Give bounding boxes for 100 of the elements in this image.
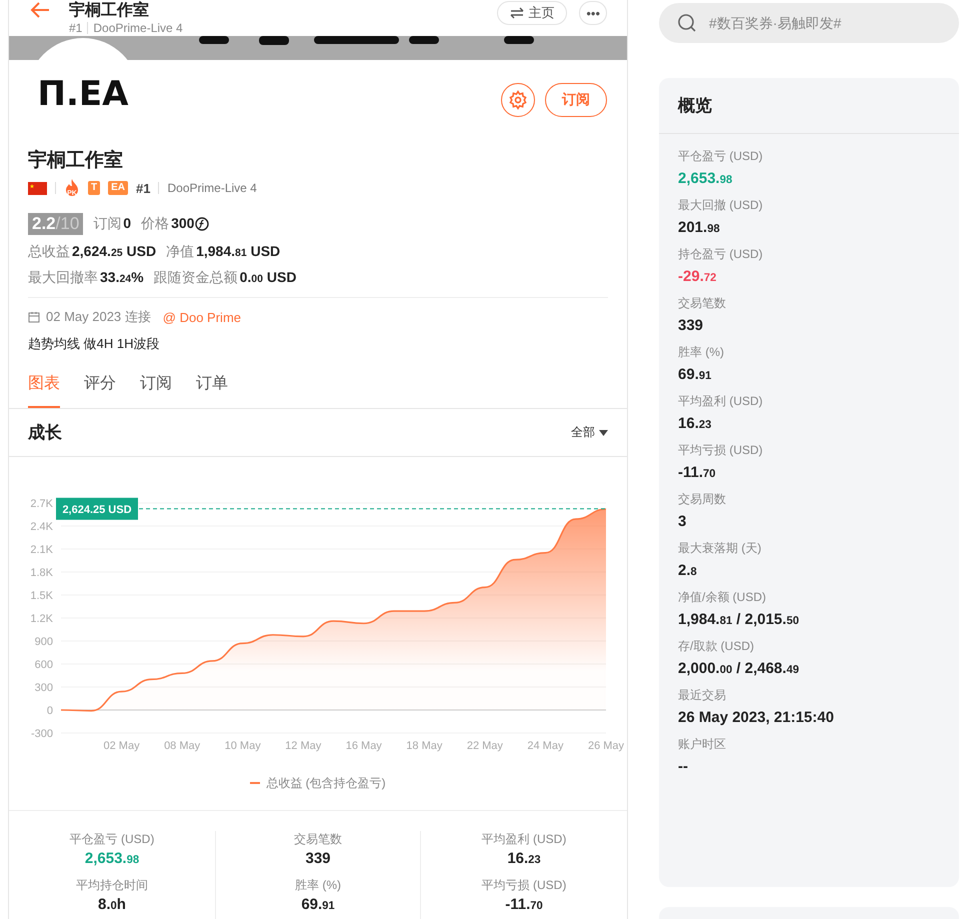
stat-label: 最大回撤率 [28,269,98,287]
axis-tick-label: 2.7K [30,498,53,510]
tag-badge: T [88,181,100,195]
overview-value: 201.98 [678,219,721,236]
stat-value: 339 [305,850,331,867]
axis-tick-label: 0 [46,705,53,717]
overview-label: 胜率 (%) [678,344,725,361]
axis-tick-label: -300 [30,728,53,740]
axis-tick-label: 10 May [224,740,261,752]
settings-button[interactable] [501,83,535,117]
stat-label: 平均盈利 (USD) [482,831,566,848]
axis-tick-label: 16 May [346,740,382,752]
stat-value: 2,624.25 USD [72,243,156,259]
axis-tick-label: 300 [34,682,53,694]
stat-value: -11.70 [505,896,543,913]
overview-label: 最近交易 [678,687,727,704]
overview-value: 26 May 2023, 21:15:40 [678,709,835,726]
settings-icon [508,90,528,110]
overview-value: -- [678,758,689,775]
range-dropdown[interactable]: 全部 [571,424,608,441]
overview-label: 持仓盈亏 (USD) [678,246,764,263]
stat-value: 0 [123,215,132,231]
swap-icon [510,7,524,19]
axis-tick-label: 12 May [285,740,322,752]
overview-value: 3 [678,513,688,530]
stat-value: 0.00 USD [240,269,296,285]
axis-tick-label: 02 May [104,740,140,752]
stat-value: 33.24% [100,269,144,285]
more-button[interactable]: ••• [579,1,607,25]
stat-label: 总收益 [28,243,70,261]
connected-date: 02 May 2023 连接 [46,308,151,326]
overview-label: 交易笔数 [678,295,727,312]
axis-tick-label: 600 [34,659,53,671]
score-value: 2.2 [32,214,56,234]
axis-tick-label: 22 May [466,740,503,752]
axis-tick-label: 1.2K [30,613,53,625]
axis-tick-label: 900 [34,636,53,648]
coin-icon [195,217,210,231]
stat-value: 300 [171,215,194,231]
overview-value: 16.23 [678,415,712,432]
axis-tick-label: 26 May [588,740,624,752]
section-title: 成长 [28,422,62,444]
overview-value: -11.70 [678,464,717,481]
search-field[interactable]: #数百奖券·易触即发# [707,14,941,32]
tab[interactable]: 订单 [196,373,228,408]
stat-label: 跟随资金总额 [154,269,238,287]
stat-label: 价格 [141,215,170,233]
caret-icon [599,430,608,436]
tag-badge: EA [108,181,128,195]
home-button[interactable]: 主页 [497,1,568,25]
card-title: 概览 [678,96,712,115]
rank-label: #1 [136,180,150,196]
overview-label: 最大回撤 (USD) [678,197,764,214]
stat-value: 16.23 [507,850,541,867]
overview-value: -29.72 [678,268,718,285]
overview-label: 交易周数 [678,491,727,508]
axis-tick-label: 2.1K [30,544,53,556]
overview-value: 69.91 [678,366,712,383]
overview-label: 存/取款 (USD) [678,638,755,655]
strategy-name: 宇桐工作室 [28,148,124,173]
axis-tick-label: 1.5K [30,590,53,602]
search-bar[interactable]: #数百奖券·易触即发# [659,3,959,43]
axis-tick-label: 08 May [164,740,200,752]
server-label: DooPrime-Live 4 [93,21,183,35]
stat-label: 订阅 [93,215,122,233]
stat-label: 平均持仓时间 [76,877,148,894]
tab[interactable]: 订阅 [140,373,172,408]
back-arrow-icon[interactable] [29,0,51,20]
calendar-icon [28,311,40,323]
flag-icon [28,182,47,194]
overview-value: 339 [678,317,704,334]
stat-value: 8.0h [98,896,126,913]
stat-label: 交易笔数 [294,831,342,848]
stat-label: 净值 [166,243,194,261]
overview-label: 净值/余额 (USD) [678,589,767,606]
overview-value: 2.8 [678,562,698,579]
value-tag-label: 2,624.25 USD [62,504,132,516]
tab[interactable]: 评分 [84,373,116,408]
overview-label: 平均亏损 (USD) [678,442,764,459]
overview-label: 平均盈利 (USD) [678,393,764,410]
overview-value: 2,653.98 [678,170,734,187]
stat-value: 69.91 [301,896,335,913]
overview-label: 平仓盈亏 (USD) [678,148,764,165]
axis-tick-label: 2.4K [30,521,53,533]
axis-tick-label: 18 May [406,740,442,752]
overview-value: 1,984.81 / 2,015.50 [678,611,800,628]
stat-value: 1,984.81 USD [196,243,280,259]
overview-value: 2,000.00 / 2,468.49 [678,660,800,677]
axis-tick-label: 1.8K [30,567,53,579]
page-title: 宇桐工作室 [69,0,150,21]
axis-tick-label: 24 May [527,740,564,752]
stat-label: 平仓盈亏 (USD) [70,831,154,848]
legend-label: 总收益 (包含持仓盈亏) [266,775,386,792]
overview-label: 账户时区 [678,736,727,753]
search-icon [677,13,697,33]
stat-label: 胜率 (%) [295,877,341,894]
strategy-description: 趋势均线 做4H 1H波段 [28,335,160,353]
overview-label: 最大衰落期 (天) [678,540,762,557]
rank-label: #1 [69,21,82,35]
server-label: DooPrime-Live 4 [167,181,257,195]
